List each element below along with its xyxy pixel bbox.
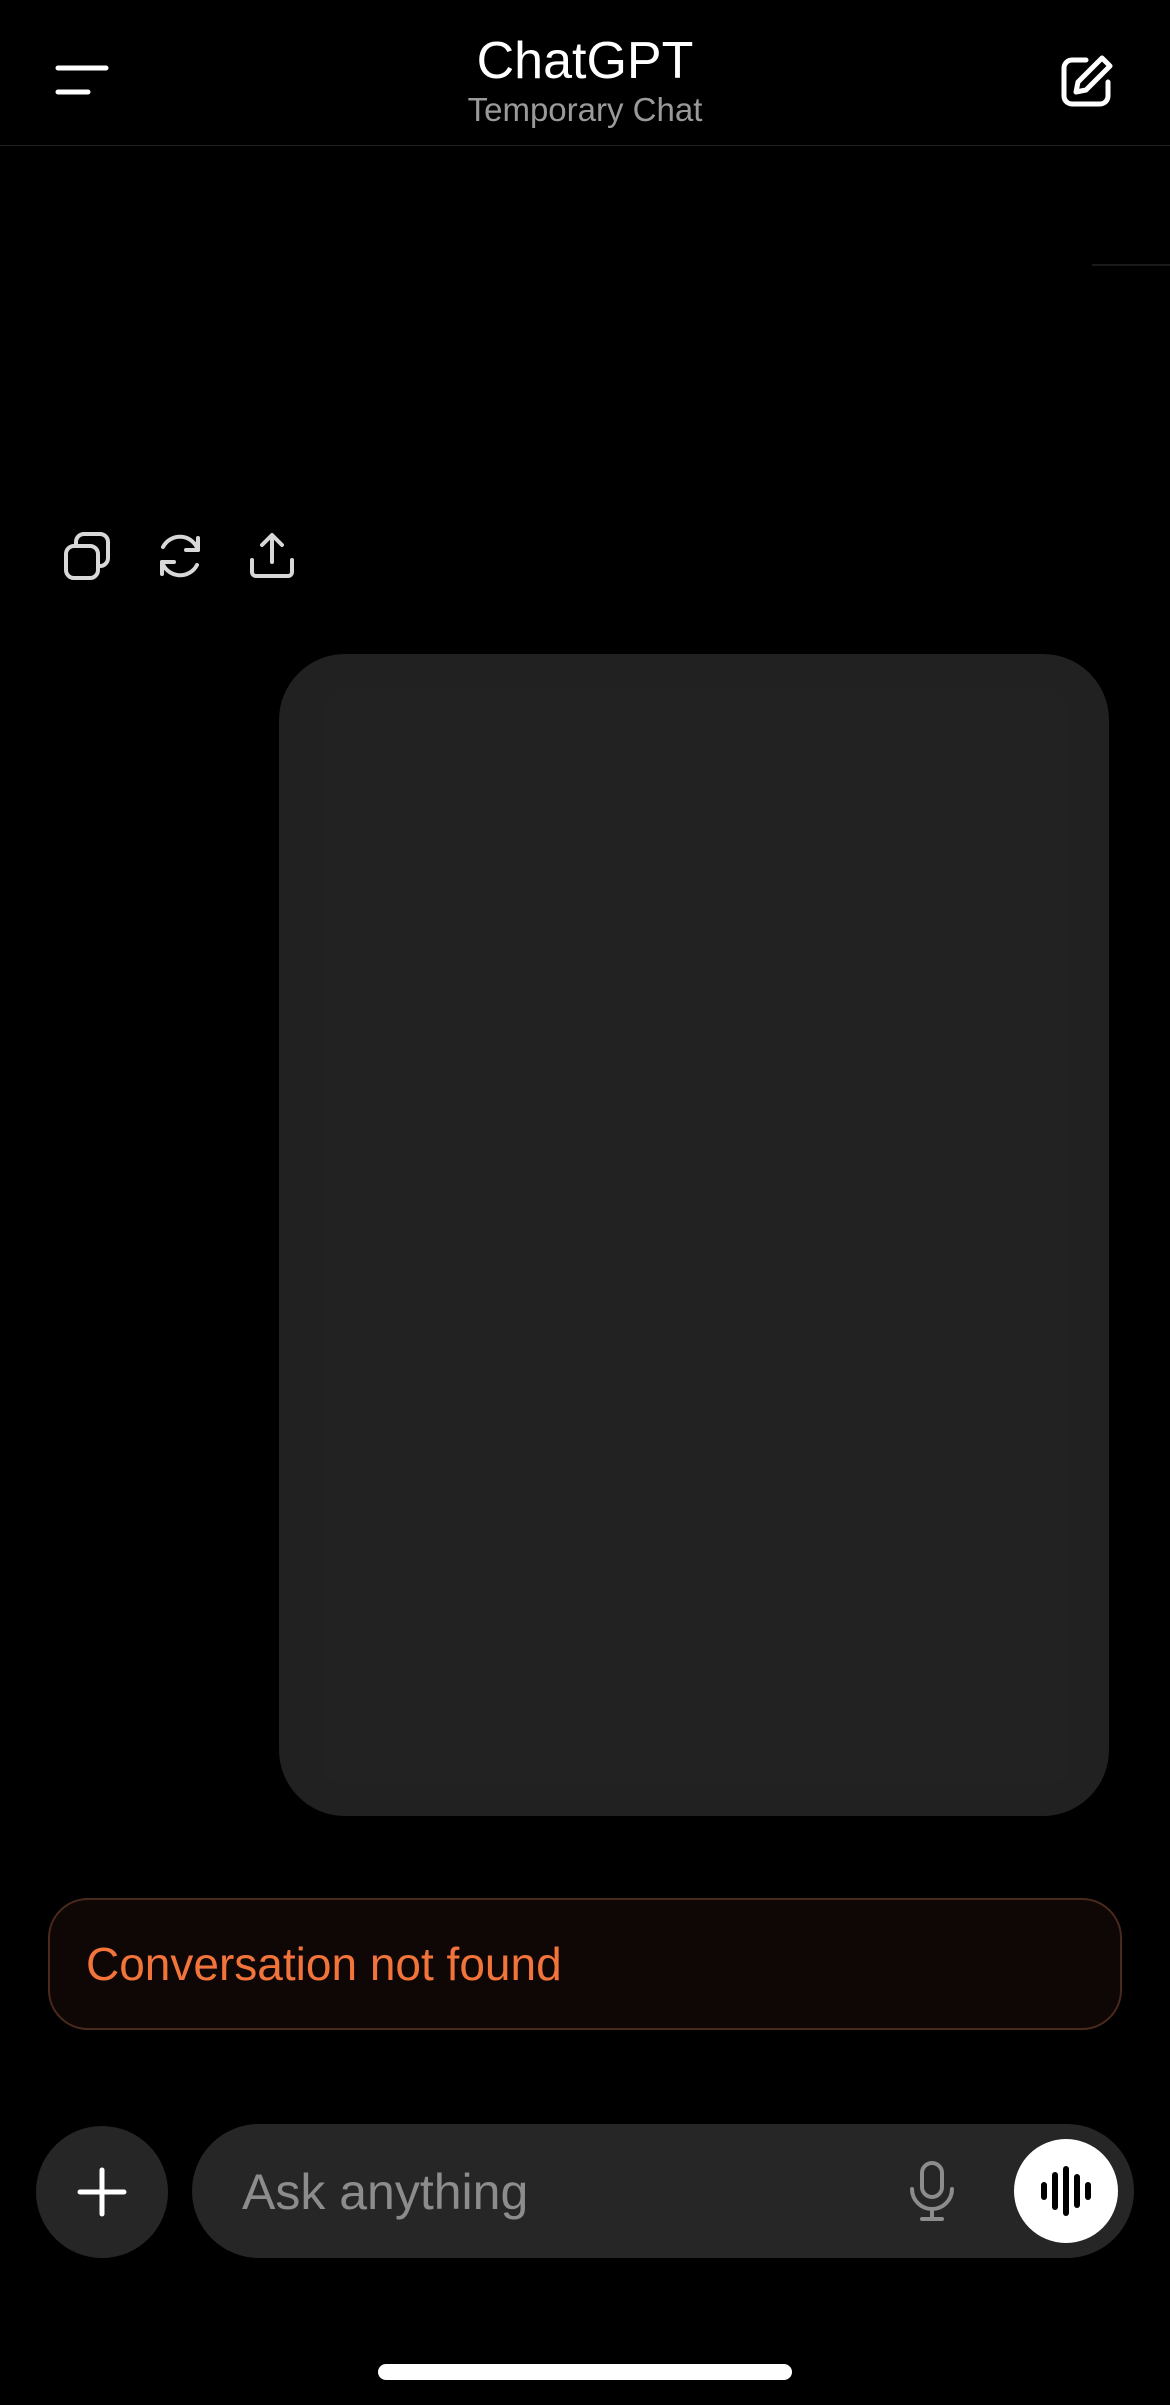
user-message-content [323,694,1069,1784]
error-banner: Conversation not found [48,1898,1122,2030]
message-input[interactable] [240,2124,864,2260]
plus-icon [77,2167,127,2217]
share-button[interactable] [236,520,308,592]
message-actions [52,520,308,592]
microphone-icon [910,2161,954,2221]
copy-icon [64,532,110,580]
voice-mode-button[interactable] [1014,2139,1118,2243]
dictate-button[interactable] [892,2151,972,2231]
regenerate-button[interactable] [144,520,216,592]
new-chat-button[interactable] [1048,44,1124,120]
composer [192,2124,1134,2260]
divider [1092,264,1170,266]
page-subtitle: Temporary Chat [467,91,703,128]
top-bar: ChatGPT Temporary Chat [0,0,1170,146]
attach-button[interactable] [36,2126,168,2258]
home-indicator [378,2364,792,2380]
title-block: ChatGPT Temporary Chat [0,30,1170,130]
share-icon [250,533,294,578]
new-chat-icon [1061,55,1113,107]
regenerate-icon [160,534,200,578]
user-message-bubble [279,654,1109,1816]
error-message: Conversation not found [86,1938,562,1990]
page-title: ChatGPT [476,32,694,90]
copy-button[interactable] [52,520,124,592]
voice-mode-icon [1041,2166,1091,2216]
